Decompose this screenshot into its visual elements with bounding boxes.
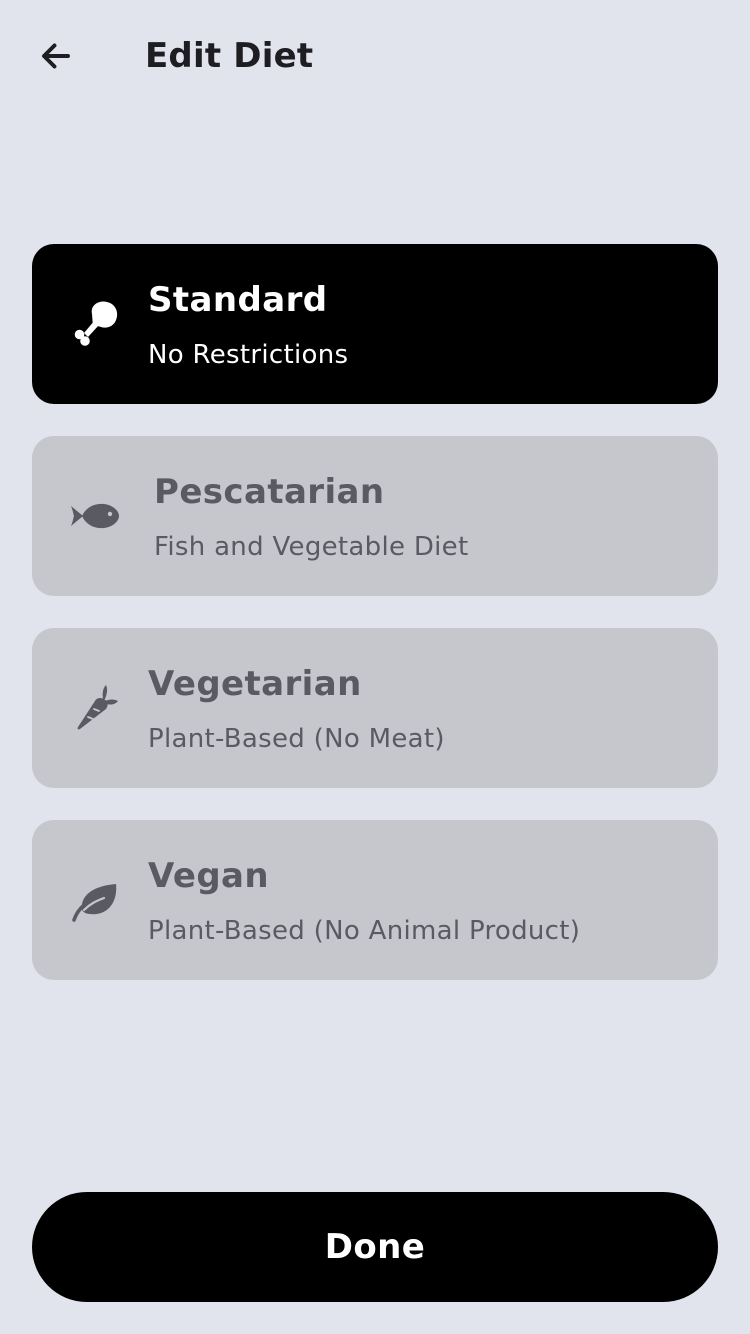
back-button[interactable] [24,32,88,80]
diet-option-title: Vegan [148,856,269,896]
diet-option-subtitle: Plant-Based (No Meat) [148,724,445,754]
diet-option-subtitle: No Restrictions [148,340,349,370]
fish-icon [66,488,122,544]
done-button[interactable]: Done [32,1192,718,1302]
diet-option-vegan[interactable]: Vegan Plant-Based (No Animal Product) [32,820,718,980]
diet-option-title: Pescatarian [154,472,385,512]
diet-option-pescatarian[interactable]: Pescatarian Fish and Vegetable Diet [32,436,718,596]
diet-option-title: Vegetarian [148,664,362,704]
header: Edit Diet [0,0,750,112]
page-title: Edit Diet [145,36,314,76]
diet-option-subtitle: Fish and Vegetable Diet [154,532,469,562]
leaf-icon [66,872,122,928]
arrow-left-icon [42,43,70,69]
drumstick-icon [66,296,122,352]
carrot-icon [66,680,122,736]
diet-option-vegetarian[interactable]: Vegetarian Plant-Based (No Meat) [32,628,718,788]
diet-option-standard[interactable]: Standard No Restrictions [32,244,718,404]
diet-options: Standard No Restrictions Pescatarian Fis… [32,244,718,1012]
diet-option-title: Standard [148,280,328,320]
diet-option-subtitle: Plant-Based (No Animal Product) [148,916,581,946]
